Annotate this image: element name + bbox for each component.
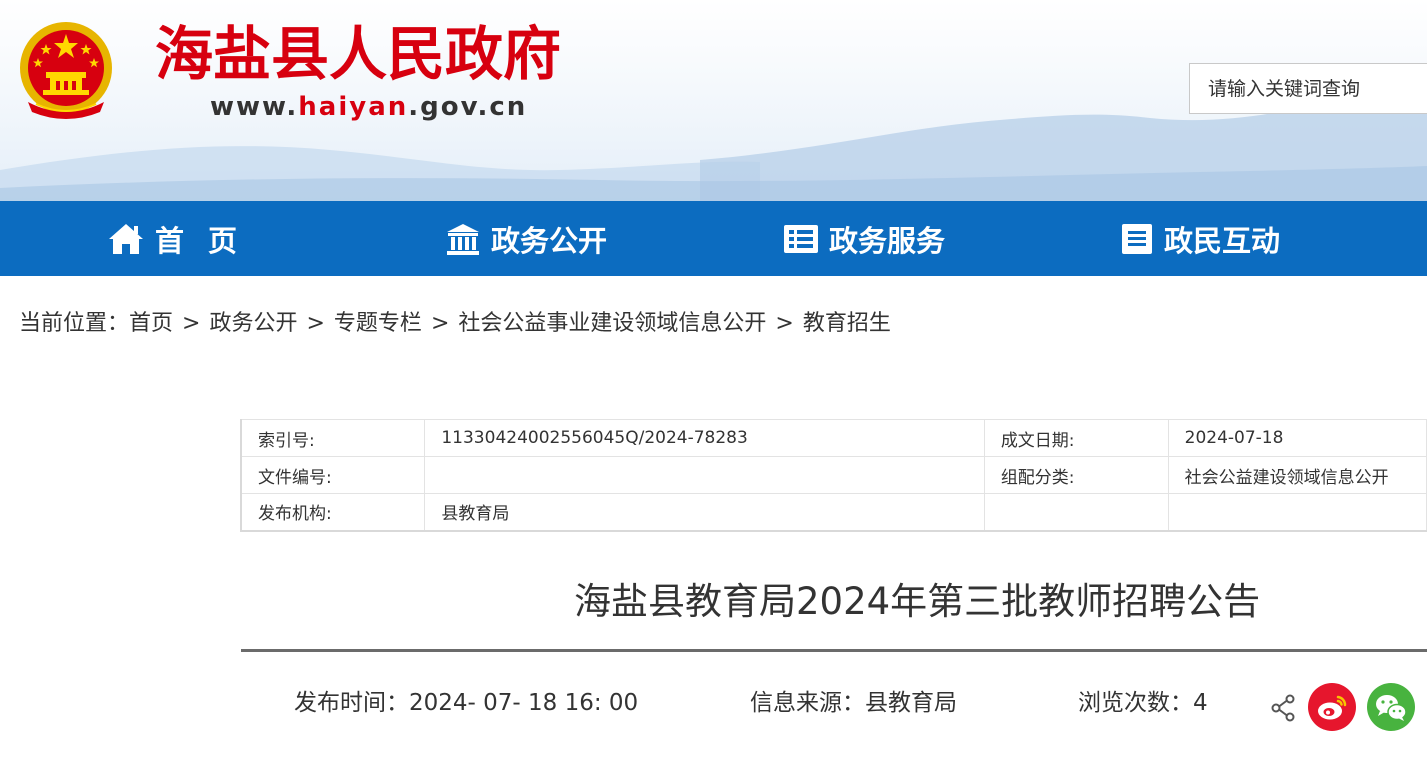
table-row: 文件编号: 组配分类: 社会公益建设领域信息公开 (240, 456, 1427, 494)
document-list-icon (784, 224, 818, 253)
breadcrumb-link-education-enrollment[interactable]: 教育招生 (803, 311, 891, 336)
main-nav: 首页 政务公开 政务服务 政民互动 (0, 201, 1427, 276)
home-icon (109, 223, 143, 254)
publish-time-value: 2024- 07- 18 16: 00 (409, 690, 639, 716)
site-title: 海盐县人民政府 (155, 20, 562, 88)
info-source-label: 信息来源： (750, 690, 865, 716)
table-row: 索引号: 11330424002556045Q/2024-78283 成文日期:… (240, 419, 1427, 457)
breadcrumb-separator: > (306, 311, 325, 336)
table-row: 发布机构: 县教育局 (240, 493, 1427, 532)
meta-value-doc-no (424, 456, 985, 494)
site-url-highlight: haiyan (298, 92, 409, 122)
weibo-icon (1318, 695, 1347, 720)
view-count-label: 浏览次数： (1078, 690, 1193, 716)
nav-label-home: 首页 (155, 223, 262, 258)
meta-value-index: 11330424002556045Q/2024-78283 (424, 419, 985, 457)
site-url: www.haiyan.gov.cn (210, 90, 527, 124)
bank-icon (447, 223, 479, 255)
info-source-value: 县教育局 (865, 690, 957, 716)
nav-item-home[interactable]: 首页 (107, 201, 261, 276)
share-icon[interactable] (1270, 694, 1296, 722)
meta-empty-cell (1167, 493, 1427, 532)
breadcrumb-link-public-welfare-info[interactable]: 社会公益事业建设领域信息公开 (458, 311, 766, 336)
wechat-share-button[interactable] (1367, 683, 1415, 731)
publish-time: 发布时间：2024- 07- 18 16: 00 (294, 686, 638, 720)
breadcrumb-separator: > (430, 311, 450, 336)
view-count-value: 4 (1193, 690, 1208, 716)
weibo-share-button[interactable] (1308, 683, 1356, 731)
meta-label-date: 成文日期: (983, 419, 1169, 457)
list-icon (1122, 223, 1152, 254)
site-url-suffix: .gov.cn (408, 92, 528, 122)
search-input[interactable] (1189, 63, 1427, 114)
nav-item-gov-affairs-open[interactable]: 政务公开 (445, 201, 607, 276)
view-count: 浏览次数：4 (1078, 686, 1208, 720)
breadcrumb-link-special-topics[interactable]: 专题专栏 (334, 311, 422, 336)
breadcrumb-prefix: 当前位置： (19, 311, 130, 336)
breadcrumb-separator: > (182, 311, 201, 336)
nav-label-gov-affairs-open: 政务公开 (491, 223, 608, 258)
breadcrumb-separator: > (775, 311, 794, 336)
breadcrumb: 当前位置：首页 > 政务公开 > 专题专栏 > 社会公益事业建设领域信息公开 > 教育招生 (19, 306, 891, 342)
meta-empty-cell (983, 493, 1169, 532)
nav-item-interaction[interactable]: 政民互动 (1120, 201, 1280, 276)
title-divider (241, 649, 1427, 652)
meta-label-publisher: 发布机构: (240, 493, 426, 532)
meta-label-category: 组配分类: (983, 456, 1169, 494)
meta-value-category: 社会公益建设领域信息公开 (1167, 456, 1427, 494)
meta-value-publisher: 县教育局 (424, 493, 985, 532)
nav-label-gov-services: 政务服务 (829, 223, 946, 258)
nav-item-gov-services[interactable]: 政务服务 (783, 201, 945, 276)
meta-value-date: 2024-07-18 (1167, 419, 1427, 457)
meta-label-index: 索引号: (240, 419, 426, 457)
breadcrumb-link-home[interactable]: 首页 (129, 311, 173, 336)
site-header: 海盐县人民政府 www.haiyan.gov.cn (0, 0, 1427, 201)
meta-label-doc-no: 文件编号: (240, 456, 426, 494)
wechat-icon (1376, 695, 1407, 721)
breadcrumb-link-gov-affairs-open[interactable]: 政务公开 (209, 311, 297, 336)
site-url-prefix: www. (210, 92, 299, 122)
national-emblem-icon (20, 22, 112, 119)
info-source: 信息来源：县教育局 (750, 686, 957, 720)
document-meta-table: 索引号: 11330424002556045Q/2024-78283 成文日期:… (240, 419, 1427, 532)
publish-time-label: 发布时间： (294, 690, 409, 716)
nav-label-interaction: 政民互动 (1164, 223, 1281, 258)
article-title: 海盐县教育局2024年第三批教师招聘公告 (574, 580, 1261, 623)
